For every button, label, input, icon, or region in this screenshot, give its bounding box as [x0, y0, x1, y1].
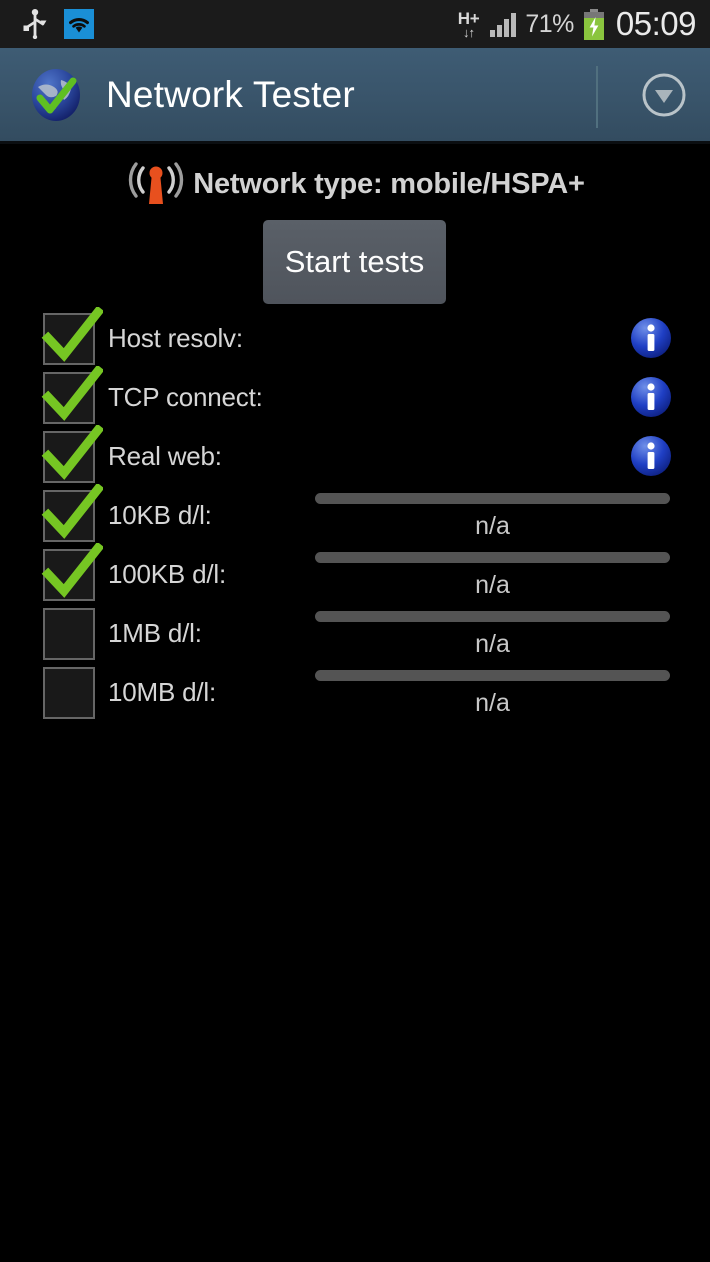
status-bar-right-icons: H+ ↓↑ 71% 05:09: [458, 0, 697, 48]
test-row-label: TCP connect:: [108, 382, 263, 412]
network-type-indicator: H+ ↓↑: [458, 10, 480, 39]
test-row: 100KB d/l: n/a: [0, 543, 710, 606]
network-traffic-arrows-icon: ↓↑: [463, 24, 475, 40]
test-row: 1MB d/l: n/a: [0, 606, 710, 665]
checkbox-checked[interactable]: [43, 313, 95, 365]
test-row-label: 100KB d/l:: [108, 559, 226, 589]
network-type-row: Network type: mobile/HSPA+: [0, 158, 710, 210]
checkbox-checked[interactable]: [43, 490, 95, 542]
info-icon[interactable]: [630, 435, 672, 477]
test-result-label: n/a: [475, 571, 510, 599]
test-row: Real web:: [0, 425, 710, 488]
info-icon[interactable]: [630, 376, 672, 418]
clock-label: 05:09: [615, 5, 697, 42]
checkbox-unchecked[interactable]: [43, 608, 95, 660]
test-row-label: Host resolv:: [108, 323, 243, 353]
test-row-label: 10KB d/l:: [108, 500, 212, 530]
test-list: Host resolv: TCP connect: Real web: 10KB d/…: [0, 307, 710, 724]
antenna-broadcast-icon: [129, 162, 184, 204]
app-title-label: Network Tester: [106, 73, 355, 115]
test-result-label: n/a: [475, 689, 510, 717]
test-row: TCP connect:: [0, 366, 710, 429]
battery-charging-icon: [583, 8, 604, 40]
test-row: 10KB d/l: n/a: [0, 484, 710, 547]
title-bar-divider: [596, 66, 598, 128]
status-bar-left-icons: [0, 9, 94, 39]
test-row: 10MB d/l: n/a: [0, 665, 710, 724]
test-row-label: Real web:: [108, 441, 222, 471]
checkbox-checked[interactable]: [43, 549, 95, 601]
chevron-down-circle-icon[interactable]: [640, 71, 688, 119]
app-screen: H+ ↓↑ 71% 05:09 Network Tester Network t…: [0, 0, 710, 1262]
battery-percent-label: 71%: [525, 9, 574, 38]
status-bar: H+ ↓↑ 71% 05:09: [0, 0, 710, 48]
globe-check-icon: [32, 68, 80, 121]
test-row: Host resolv:: [0, 307, 710, 370]
info-icon[interactable]: [630, 317, 672, 359]
wifi-icon: [69, 17, 89, 32]
usb-icon: [23, 9, 47, 39]
progress-bar: [315, 611, 670, 622]
progress-bar: [315, 493, 670, 504]
test-row-label: 10MB d/l:: [108, 677, 217, 707]
app-title-bar: Network Tester: [0, 48, 710, 144]
checkbox-unchecked[interactable]: [43, 667, 95, 719]
wifi-icon-background: [64, 9, 94, 39]
network-type-text: Network type: mobile/HSPA+: [193, 167, 585, 200]
network-type-label: H+: [457, 8, 480, 28]
checkbox-checked[interactable]: [43, 431, 95, 483]
test-result-label: n/a: [475, 630, 510, 658]
checkbox-checked[interactable]: [43, 372, 95, 424]
test-row-label: 1MB d/l:: [108, 618, 202, 648]
test-result-label: n/a: [475, 512, 510, 540]
start-tests-button[interactable]: Start tests: [263, 220, 446, 304]
signal-bars-icon: [490, 11, 517, 37]
progress-bar: [315, 670, 670, 681]
progress-bar: [315, 552, 670, 563]
